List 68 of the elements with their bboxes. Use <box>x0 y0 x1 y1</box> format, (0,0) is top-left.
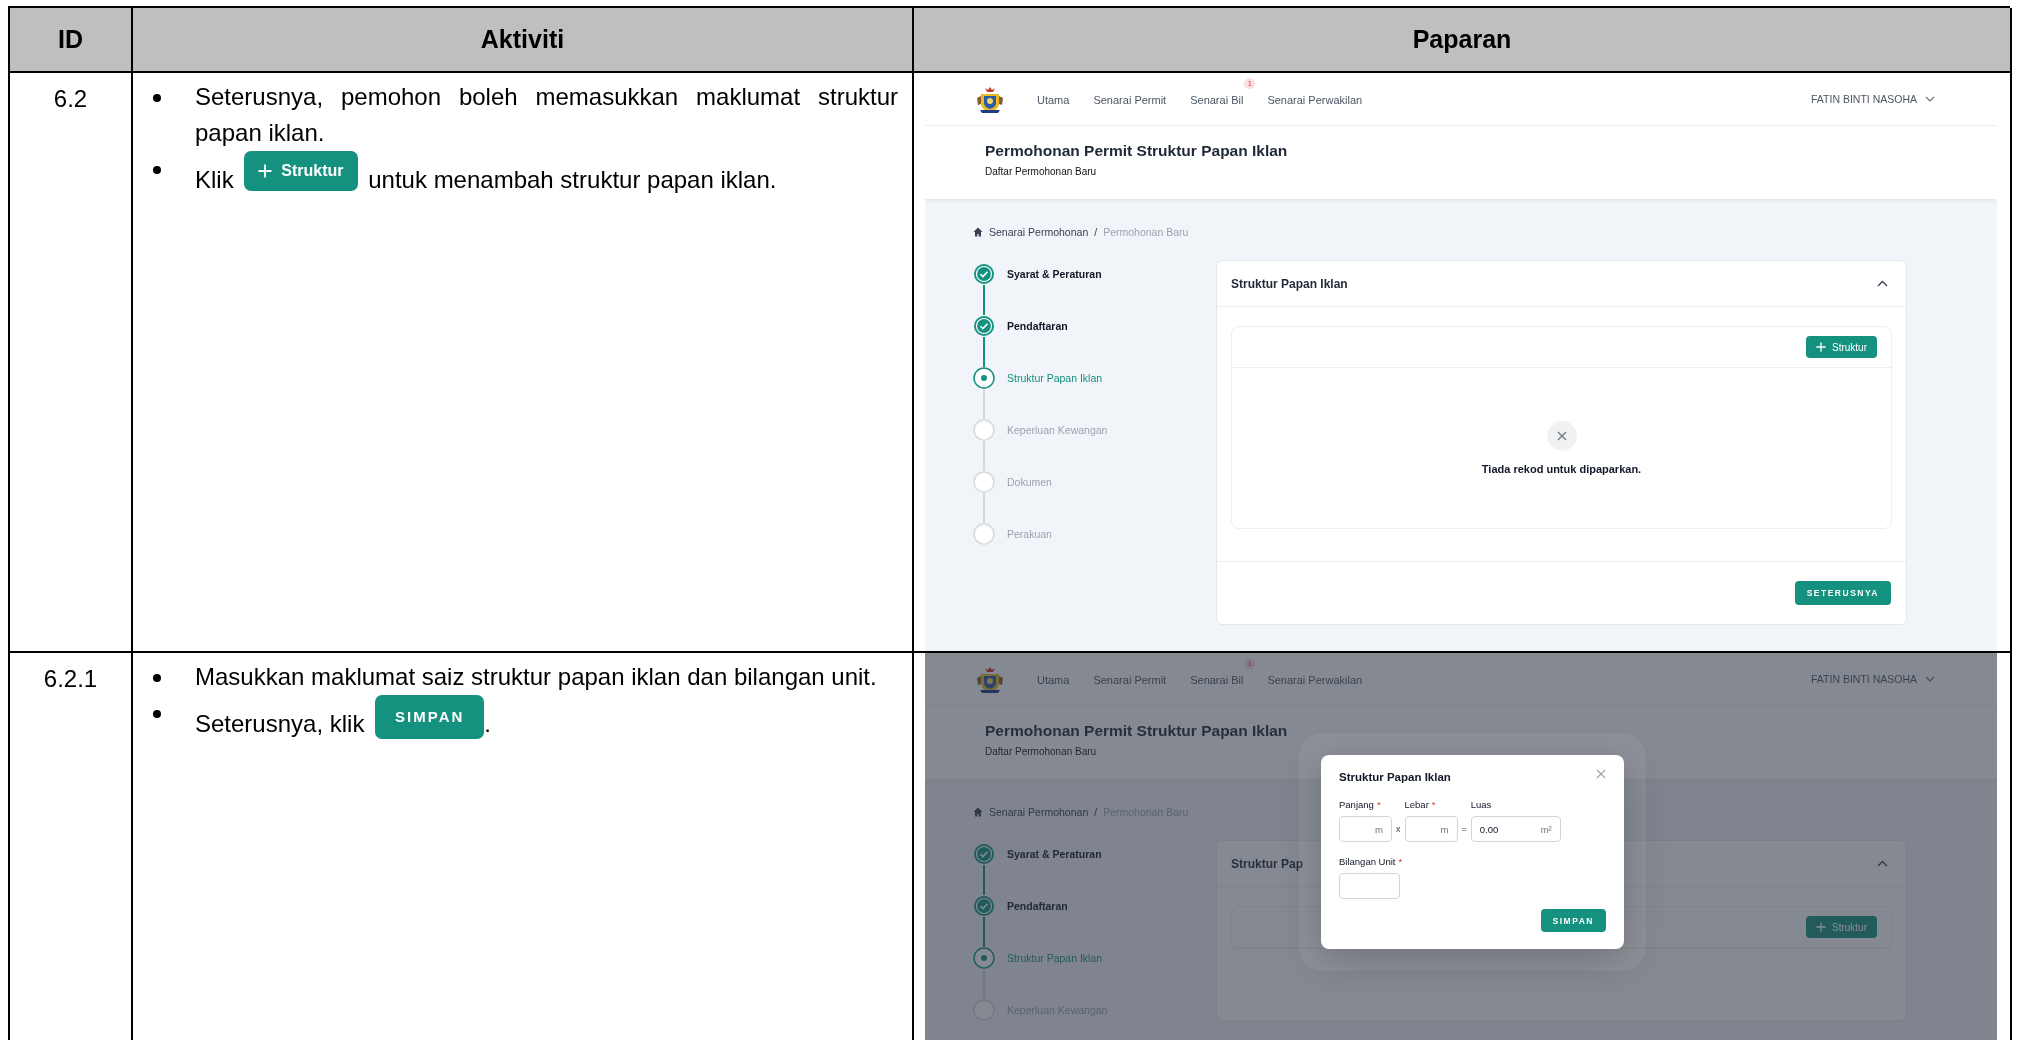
page-title: Permohonan Permit Struktur Papan Iklan <box>985 142 1289 160</box>
add-structure-button[interactable]: Struktur <box>1806 336 1877 358</box>
empty-message: Tiada rekod untuk dipaparkan. <box>1481 463 1642 475</box>
column-header: Aktiviti <box>133 8 914 73</box>
input-field[interactable]: 0.00 m² <box>1470 816 1561 842</box>
field-label: Panjang * <box>1339 799 1382 810</box>
bullet-icon <box>153 674 161 682</box>
field-label: Lebar * <box>1404 799 1437 810</box>
nav-link[interactable]: Senarai Permit <box>1093 674 1167 686</box>
nav-link[interactable]: Senarai Perwakilan <box>1267 674 1363 686</box>
nav-link[interactable]: Senarai Perwakilan <box>1267 94 1363 106</box>
close-circle-icon <box>1546 421 1577 451</box>
operator-sign: = <box>1461 823 1467 834</box>
card-title: Struktur Pap <box>1231 856 1303 871</box>
page-subtitle: Daftar Permohonan Baru <box>985 166 1098 177</box>
breadcrumb-separator: / <box>1094 226 1098 238</box>
user-menu[interactable]: FATIN BINTI NASOHA <box>1811 673 1935 685</box>
input-field[interactable]: m <box>1404 816 1458 842</box>
breadcrumb-current: Permohonan Baru <box>1103 226 1189 238</box>
plus-icon <box>258 164 273 178</box>
user-menu[interactable]: FATIN BINTI NASOHA <box>1811 93 1935 105</box>
nav-link[interactable]: Utama <box>1037 94 1070 106</box>
nav-link[interactable]: Senarai Bil <box>1190 674 1244 686</box>
instruction-text: Klik Struktur untuk menambah struktur papan iklan. <box>195 151 898 198</box>
instruction-text: Seterusnya, klik SIMPAN . <box>195 695 898 742</box>
plus-icon <box>1816 342 1826 352</box>
step-label: Struktur Papan Iklan <box>1007 952 1103 964</box>
card-title: Struktur Papan Iklan <box>1231 276 1348 291</box>
page-subtitle: Daftar Permohonan Baru <box>985 746 1098 757</box>
field-label: Luas <box>1470 799 1493 810</box>
input-field[interactable]: m <box>1339 816 1392 842</box>
nav-link[interactable]: Senarai Bil <box>1190 94 1244 106</box>
instruction-text: Seterusnya, pemohon boleh memasukkan maklumat struktur papan iklan. <box>195 82 898 148</box>
operator-sign: x <box>1396 823 1401 834</box>
next-button[interactable]: SETERUSNYA <box>1794 581 1891 605</box>
input-field[interactable] <box>1339 873 1400 899</box>
row-id: 6.2 <box>53 85 88 112</box>
modal-title: Struktur Papan Iklan <box>1339 771 1451 783</box>
add-structure-button[interactable]: Struktur <box>1806 916 1877 938</box>
chevron-down-icon <box>1925 96 1935 102</box>
breadcrumb-separator: / <box>1094 806 1098 818</box>
home-icon[interactable] <box>973 227 983 237</box>
breadcrumb-link[interactable]: Senarai Permohonan <box>989 226 1089 238</box>
step-label: Syarat & Peraturan <box>1007 268 1102 280</box>
instruction-text: Masukkan maklumat saiz struktur papan iklan dan bilangan unit. <box>195 662 878 692</box>
chevron-down-icon <box>1925 676 1935 682</box>
row-id: 6.2.1 <box>43 665 98 692</box>
bullet-icon <box>153 94 161 102</box>
column-header: ID <box>10 8 133 73</box>
step-label: Pendaftaran <box>1007 900 1068 912</box>
page-title: Permohonan Permit Struktur Papan Iklan <box>985 722 1289 740</box>
breadcrumb-link[interactable]: Senarai Permohonan <box>989 806 1089 818</box>
chevron-up-icon[interactable] <box>1877 280 1888 287</box>
step-label: Struktur Papan Iklan <box>1007 372 1103 384</box>
bullet-icon <box>153 710 161 718</box>
field-label: Bilangan Unit * <box>1339 856 1404 867</box>
step-label: Syarat & Peraturan <box>1007 848 1102 860</box>
close-icon[interactable] <box>1596 769 1606 779</box>
step-label: Dokumen <box>1007 476 1052 488</box>
step-label: Pendaftaran <box>1007 320 1068 332</box>
plus-icon <box>1816 922 1826 932</box>
save-button[interactable]: SIMPAN <box>1540 909 1606 932</box>
nav-link[interactable]: Senarai Permit <box>1093 94 1167 106</box>
nav-link[interactable]: Utama <box>1037 674 1070 686</box>
bullet-icon <box>153 166 161 174</box>
step-label: Perakuan <box>1007 528 1052 540</box>
step-label: Keperluan Kewangan <box>1007 424 1108 436</box>
column-header: Paparan <box>914 8 2012 73</box>
